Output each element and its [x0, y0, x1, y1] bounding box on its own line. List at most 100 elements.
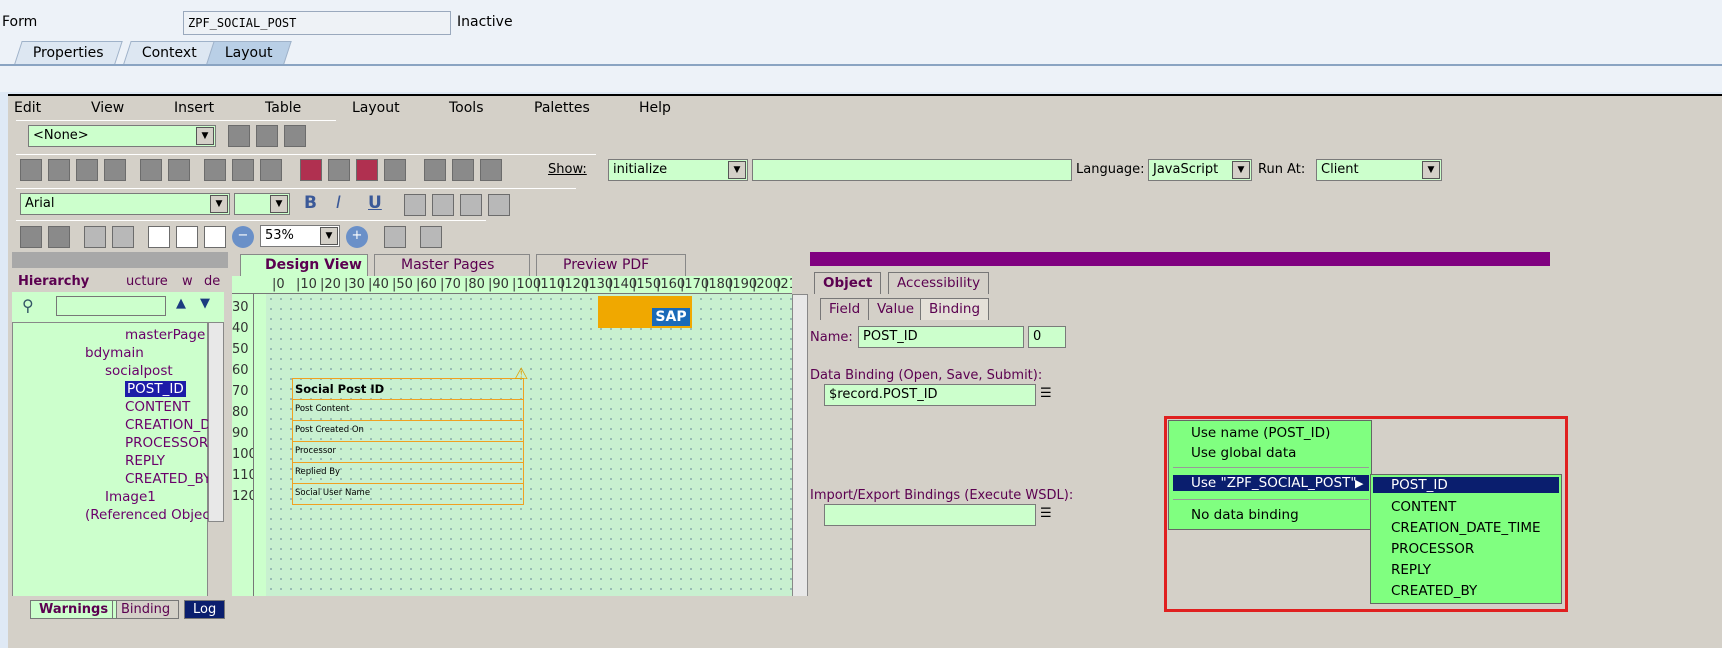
page-icon[interactable]	[148, 226, 170, 248]
grid-icon[interactable]	[84, 226, 106, 248]
import-export-menu-icon[interactable]: ☰	[1040, 506, 1052, 521]
tab-accessibility[interactable]: Accessibility	[888, 272, 990, 294]
undo-icon[interactable]	[20, 226, 42, 248]
form-row-processor[interactable]: Processor	[292, 442, 524, 463]
font-select[interactable]: Arial ▼	[20, 193, 230, 215]
distribute-across-icon[interactable]	[204, 159, 226, 181]
add-page-icon[interactable]	[256, 125, 278, 147]
data-binding-field[interactable]: $record.POST_ID	[824, 384, 1036, 406]
tab-log[interactable]: Log	[184, 600, 226, 619]
tab-binding[interactable]: Binding	[920, 298, 990, 320]
menu-view[interactable]: View	[91, 100, 124, 116]
name-index-field[interactable]: 0	[1028, 326, 1066, 348]
tree-item-bdymain[interactable]: bdymain	[85, 345, 144, 361]
hierarchy-vscrollbar[interactable]	[208, 322, 224, 522]
tab-hierarchy[interactable]: Hierarchy	[18, 274, 89, 289]
menu-edit[interactable]: Edit	[14, 100, 41, 116]
tab-binding-log[interactable]: Binding	[112, 600, 180, 619]
center-horizontal-icon[interactable]	[140, 159, 162, 181]
align-top-icon[interactable]	[76, 159, 98, 181]
tab-de[interactable]: de	[204, 274, 220, 289]
tree-item-creation[interactable]: CREATION_D	[125, 417, 211, 433]
design-vscrollbar[interactable]	[792, 294, 808, 636]
italic-button[interactable]: I	[336, 193, 341, 213]
fit-height-icon[interactable]	[176, 226, 198, 248]
name-field[interactable]: POST_ID	[858, 326, 1024, 348]
align-right-icon[interactable]	[48, 159, 70, 181]
design-canvas[interactable]: SAP Social Post ID Post Content Post Cre…	[254, 294, 792, 636]
menu-layout[interactable]: Layout	[352, 100, 400, 116]
tree-item-reply[interactable]: REPLY	[125, 453, 165, 469]
form-title-field[interactable]: Social Post ID	[292, 378, 524, 400]
bold-button[interactable]: B	[304, 193, 317, 213]
tab-preview-pdf[interactable]: Preview PDF	[536, 254, 686, 276]
import-export-field[interactable]	[824, 504, 1036, 526]
menu-table[interactable]: Table	[265, 100, 301, 116]
align-text-center-icon[interactable]	[432, 194, 454, 216]
make-same-width-icon[interactable]	[424, 159, 446, 181]
page-settings-icon[interactable]	[284, 125, 306, 147]
make-same-height-icon[interactable]	[452, 159, 474, 181]
tree-item-referenced-objects[interactable]: (Referenced Objects	[85, 507, 222, 523]
arrow-up-icon[interactable]: ▲	[176, 296, 186, 311]
tab-field[interactable]: Field	[820, 298, 870, 320]
snap-grid-icon[interactable]	[112, 226, 134, 248]
search-icon[interactable]: ⚲	[22, 296, 34, 315]
align-text-right-icon[interactable]	[460, 194, 482, 216]
form-row-social-user[interactable]: Social User Name	[292, 484, 524, 505]
tab-w[interactable]: w	[182, 274, 193, 289]
align-left-icon[interactable]	[20, 159, 42, 181]
make-same-size-icon[interactable]	[480, 159, 502, 181]
run-at-select[interactable]: Client ▼	[1316, 159, 1442, 181]
tab-properties[interactable]: Properties	[14, 41, 123, 64]
spell-check-icon[interactable]	[420, 226, 442, 248]
language-select[interactable]: JavaScript ▼	[1148, 159, 1252, 181]
social-post-form[interactable]: Social Post ID Post Content Post Created…	[292, 364, 528, 508]
align-bottom-icon[interactable]	[104, 159, 126, 181]
justify-text-icon[interactable]	[488, 194, 510, 216]
redo-icon[interactable]	[48, 226, 70, 248]
form-row-replied-by[interactable]: Replied By	[292, 463, 524, 484]
tree-item-post-id[interactable]: POST_ID	[125, 381, 186, 397]
center-vertical-icon[interactable]	[168, 159, 190, 181]
script-editor-field[interactable]	[752, 159, 1072, 181]
ungroup-icon[interactable]	[328, 159, 350, 181]
zoom-select[interactable]: 53% ▼	[260, 225, 340, 247]
tab-structure[interactable]: ucture	[126, 274, 168, 289]
binding-menu-icon[interactable]: ☰	[1040, 386, 1052, 401]
arrow-down-icon[interactable]: ▼	[200, 296, 210, 311]
fit-width-icon[interactable]	[204, 226, 226, 248]
tree-item-socialpost[interactable]: socialpost	[105, 363, 173, 379]
distribute-grid-icon[interactable]	[260, 159, 282, 181]
tree-item-masterpage[interactable]: masterPage	[125, 327, 205, 343]
zoom-out-icon[interactable]: −	[232, 226, 254, 248]
hierarchy-search-input[interactable]	[56, 296, 166, 316]
bring-forward-icon[interactable]	[356, 159, 378, 181]
show-select[interactable]: initialize ▼	[608, 159, 748, 181]
distribute-down-icon[interactable]	[232, 159, 254, 181]
tree-item-created-by[interactable]: CREATED_BY	[125, 471, 211, 487]
form-row-content[interactable]: Post Content	[292, 400, 524, 421]
form-name-field[interactable]: ZPF_SOCIAL_POST	[183, 11, 451, 35]
tab-value[interactable]: Value	[868, 298, 924, 320]
style-select[interactable]: <None> ▼	[28, 125, 216, 147]
zoom-in-icon[interactable]: +	[346, 226, 368, 248]
menu-palettes[interactable]: Palettes	[534, 100, 590, 116]
underline-button[interactable]: U	[368, 193, 382, 213]
menu-insert[interactable]: Insert	[174, 100, 214, 116]
tab-object[interactable]: Object	[814, 272, 882, 294]
tab-layout[interactable]: Layout	[206, 41, 292, 64]
menu-help[interactable]: Help	[639, 100, 671, 116]
tree-item-image1[interactable]: Image1	[105, 489, 156, 505]
send-back-icon[interactable]	[384, 159, 406, 181]
tab-design-view[interactable]: Design View	[240, 254, 368, 276]
tab-warnings[interactable]: Warnings	[30, 600, 118, 619]
tab-master-pages[interactable]: Master Pages	[374, 254, 530, 276]
tab-context[interactable]: Context	[123, 41, 216, 64]
form-row-created-on[interactable]: Post Created On	[292, 421, 524, 442]
font-size-select[interactable]: ▼	[234, 193, 290, 215]
tree-item-content[interactable]: CONTENT	[125, 399, 190, 415]
align-text-left-icon[interactable]	[404, 194, 426, 216]
menu-tools[interactable]: Tools	[449, 100, 484, 116]
tree-item-processor[interactable]: PROCESSOR	[125, 435, 208, 451]
